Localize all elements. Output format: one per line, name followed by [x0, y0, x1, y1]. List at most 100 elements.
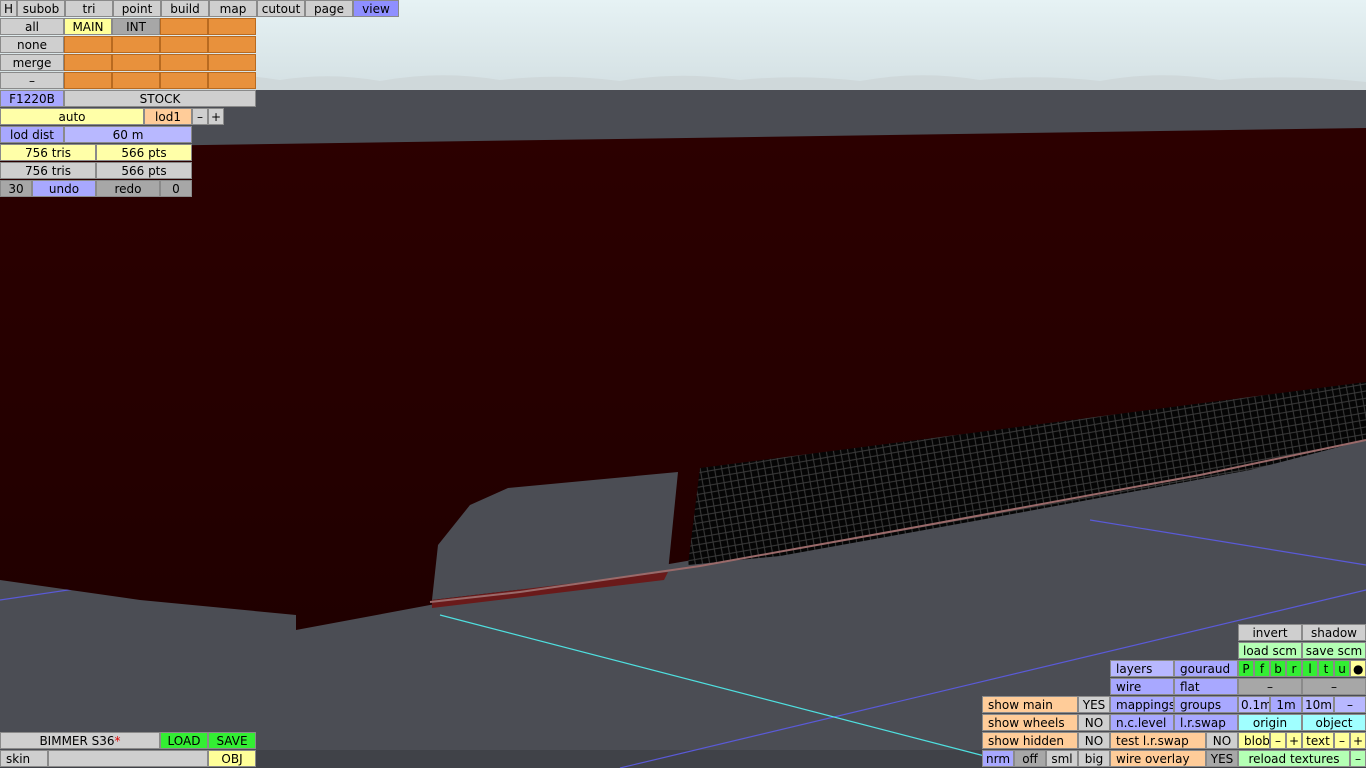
- size-off-button[interactable]: off: [1014, 750, 1046, 767]
- undo-button[interactable]: undo: [32, 180, 96, 197]
- view-button-dot[interactable]: ●: [1350, 660, 1366, 677]
- tab-subob[interactable]: subob: [17, 0, 65, 17]
- gouraud-button[interactable]: gouraud: [1174, 660, 1238, 677]
- reload-textures-button[interactable]: reload textures: [1238, 750, 1350, 767]
- load-button[interactable]: LOAD: [160, 732, 208, 749]
- text-button[interactable]: text: [1302, 732, 1334, 749]
- config-button[interactable]: STOCK: [64, 90, 256, 107]
- tris-count-total: 756 tris: [0, 162, 96, 179]
- subobject-slot[interactable]: [112, 36, 160, 53]
- size-big-button[interactable]: big: [1078, 750, 1110, 767]
- show-main-toggle[interactable]: YES: [1078, 696, 1110, 713]
- car-name: BIMMER S36: [39, 734, 115, 748]
- show-hidden-label[interactable]: show hidden: [982, 732, 1078, 749]
- subobject-slot[interactable]: [112, 54, 160, 71]
- subobject-slot[interactable]: [160, 18, 208, 35]
- layers-button[interactable]: layers: [1110, 660, 1174, 677]
- test-lr-swap-label[interactable]: test l.r.swap: [1110, 732, 1206, 749]
- pts-count-total: 566 pts: [96, 162, 192, 179]
- view-button-u[interactable]: u: [1334, 660, 1350, 677]
- blob-button[interactable]: blob: [1238, 732, 1270, 749]
- flat-button[interactable]: flat: [1174, 678, 1238, 695]
- grid-minus-button[interactable]: –: [1334, 696, 1366, 713]
- test-lr-swap-toggle[interactable]: NO: [1206, 732, 1238, 749]
- load-scm-button[interactable]: load scm: [1238, 642, 1302, 659]
- object-code-button[interactable]: F1220B: [0, 90, 64, 107]
- nc-level-button[interactable]: n.c.level: [1110, 714, 1174, 731]
- subobject-int-button[interactable]: INT: [112, 18, 160, 35]
- undo-count: 30: [0, 180, 32, 197]
- subobject-slot[interactable]: [160, 72, 208, 89]
- groups-button[interactable]: groups: [1174, 696, 1238, 713]
- subobject-slot[interactable]: [112, 72, 160, 89]
- size-nrm-button[interactable]: nrm: [982, 750, 1014, 767]
- save-button[interactable]: SAVE: [208, 732, 256, 749]
- show-main-label[interactable]: show main: [982, 696, 1078, 713]
- tab-page[interactable]: page: [305, 0, 353, 17]
- text-plus-button[interactable]: +: [1350, 732, 1366, 749]
- lod-mode-button[interactable]: auto: [0, 108, 144, 125]
- wire-overlay-label[interactable]: wire overlay: [1110, 750, 1206, 767]
- h-toggle-button[interactable]: H: [0, 0, 17, 17]
- tab-point[interactable]: point: [113, 0, 161, 17]
- view-button-t[interactable]: t: [1318, 660, 1334, 677]
- merge-button[interactable]: merge: [0, 54, 64, 71]
- obj-button[interactable]: OBJ: [208, 750, 256, 767]
- subobject-slot[interactable]: [208, 36, 256, 53]
- subobject-slot[interactable]: [160, 54, 208, 71]
- lod-plus-button[interactable]: +: [208, 108, 224, 125]
- grid-0.1m-button[interactable]: 0.1m: [1238, 696, 1270, 713]
- lod-level-button[interactable]: lod1: [144, 108, 192, 125]
- save-scm-button[interactable]: save scm: [1302, 642, 1366, 659]
- subobject-slot[interactable]: [64, 72, 112, 89]
- lr-swap-button[interactable]: l.r.swap: [1174, 714, 1238, 731]
- show-hidden-toggle[interactable]: NO: [1078, 732, 1110, 749]
- wire-overlay-toggle[interactable]: YES: [1206, 750, 1238, 767]
- view-button-r[interactable]: r: [1286, 660, 1302, 677]
- view-button-l[interactable]: l: [1302, 660, 1318, 677]
- select-none-button[interactable]: none: [0, 36, 64, 53]
- lod-dist-value[interactable]: 60 m: [64, 126, 192, 143]
- wire-button[interactable]: wire: [1110, 678, 1174, 695]
- subobject-slot[interactable]: [160, 36, 208, 53]
- subobject-slot[interactable]: [64, 54, 112, 71]
- view-button-P[interactable]: P: [1238, 660, 1254, 677]
- subobject-slot[interactable]: [208, 72, 256, 89]
- tab-build[interactable]: build: [161, 0, 209, 17]
- subobject-main-button[interactable]: MAIN: [64, 18, 112, 35]
- size-sml-button[interactable]: sml: [1046, 750, 1078, 767]
- lod-minus-button[interactable]: –: [192, 108, 208, 125]
- grid-1m-button[interactable]: 1m: [1270, 696, 1302, 713]
- skin-field[interactable]: [48, 750, 208, 767]
- subobject-slot[interactable]: [208, 18, 256, 35]
- view-button-f[interactable]: f: [1254, 660, 1270, 677]
- tab-view[interactable]: view: [353, 0, 399, 17]
- tab-cutout[interactable]: cutout: [257, 0, 305, 17]
- text-minus-button[interactable]: –: [1334, 732, 1350, 749]
- redo-button[interactable]: redo: [96, 180, 160, 197]
- dash-button-2[interactable]: –: [1302, 678, 1366, 695]
- grid-10m-button[interactable]: 10m: [1302, 696, 1334, 713]
- tab-map[interactable]: map: [209, 0, 257, 17]
- tab-tri[interactable]: tri: [65, 0, 113, 17]
- blob-plus-button[interactable]: +: [1286, 732, 1302, 749]
- select-all-button[interactable]: all: [0, 18, 64, 35]
- blob-minus-button[interactable]: –: [1270, 732, 1286, 749]
- reload-minus-button[interactable]: –: [1350, 750, 1366, 767]
- object-button[interactable]: object: [1302, 714, 1366, 731]
- shadow-button[interactable]: shadow: [1302, 624, 1366, 641]
- pts-count: 566 pts: [96, 144, 192, 161]
- show-wheels-label[interactable]: show wheels: [982, 714, 1078, 731]
- dash-button-1[interactable]: –: [1238, 678, 1302, 695]
- car-name-button[interactable]: BIMMER S36*: [0, 732, 160, 749]
- redo-count: 0: [160, 180, 192, 197]
- modified-indicator: *: [114, 734, 121, 748]
- subobject-slot[interactable]: [208, 54, 256, 71]
- origin-button[interactable]: origin: [1238, 714, 1302, 731]
- invert-button[interactable]: invert: [1238, 624, 1302, 641]
- dash-button[interactable]: –: [0, 72, 64, 89]
- view-button-b[interactable]: b: [1270, 660, 1286, 677]
- show-wheels-toggle[interactable]: NO: [1078, 714, 1110, 731]
- subobject-slot[interactable]: [64, 36, 112, 53]
- mappings-button[interactable]: mappings: [1110, 696, 1174, 713]
